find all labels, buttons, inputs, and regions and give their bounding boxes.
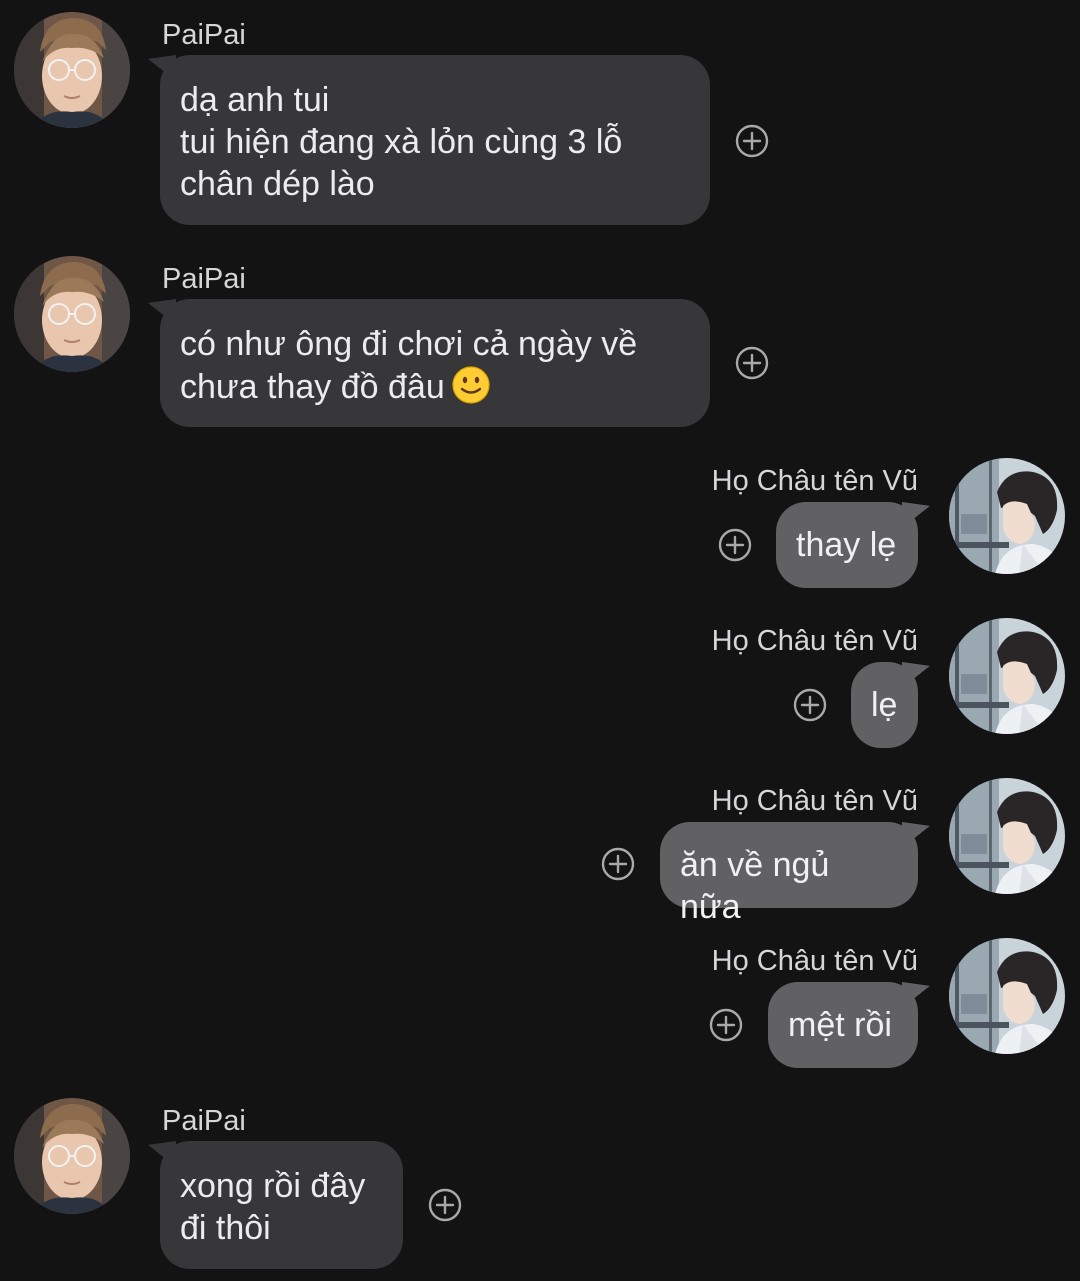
message-bubble[interactable]: lẹ — [851, 662, 918, 748]
message-bubble[interactable]: dạ anh tui tui hiện đang xà lỏn cùng 3 l… — [160, 55, 710, 225]
sender-name: PaiPai — [162, 263, 246, 295]
vu-avatar[interactable] — [949, 618, 1065, 734]
message-bubble[interactable]: thay lẹ — [776, 502, 918, 588]
message-bubble[interactable]: mệt rồi — [768, 982, 918, 1068]
vu-avatar[interactable] — [949, 458, 1065, 574]
plus-circle-icon[interactable] — [718, 528, 752, 562]
plus-circle-icon[interactable] — [735, 346, 769, 380]
plus-circle-icon[interactable] — [709, 1008, 743, 1042]
sender-name: PaiPai — [162, 1105, 246, 1137]
message-text: có như ông đi chơi cả ngày về chưa thay … — [180, 325, 638, 406]
sender-name: Họ Châu tên Vũ — [711, 465, 918, 497]
sender-name: Họ Châu tên Vũ — [711, 785, 918, 817]
message-bubble[interactable]: xong rồi đây đi thôi — [160, 1141, 403, 1269]
vu-avatar[interactable] — [949, 778, 1065, 894]
paipai-avatar[interactable] — [14, 12, 130, 128]
plus-circle-icon[interactable] — [601, 847, 635, 881]
paipai-avatar[interactable] — [14, 1098, 130, 1214]
message-bubble[interactable]: có như ông đi chơi cả ngày về chưa thay … — [160, 299, 710, 427]
sender-name: Họ Châu tên Vũ — [711, 945, 918, 977]
message-bubble[interactable]: ăn về ngủ nữa — [660, 822, 918, 926]
plus-circle-icon[interactable] — [428, 1188, 462, 1222]
paipai-avatar[interactable] — [14, 256, 130, 372]
plus-circle-icon[interactable] — [735, 124, 769, 158]
vu-avatar[interactable] — [949, 938, 1065, 1054]
plus-circle-icon[interactable] — [793, 688, 827, 722]
slightly-smiling-face-icon — [451, 365, 491, 405]
sender-name: Họ Châu tên Vũ — [711, 625, 918, 657]
sender-name: PaiPai — [162, 19, 246, 51]
